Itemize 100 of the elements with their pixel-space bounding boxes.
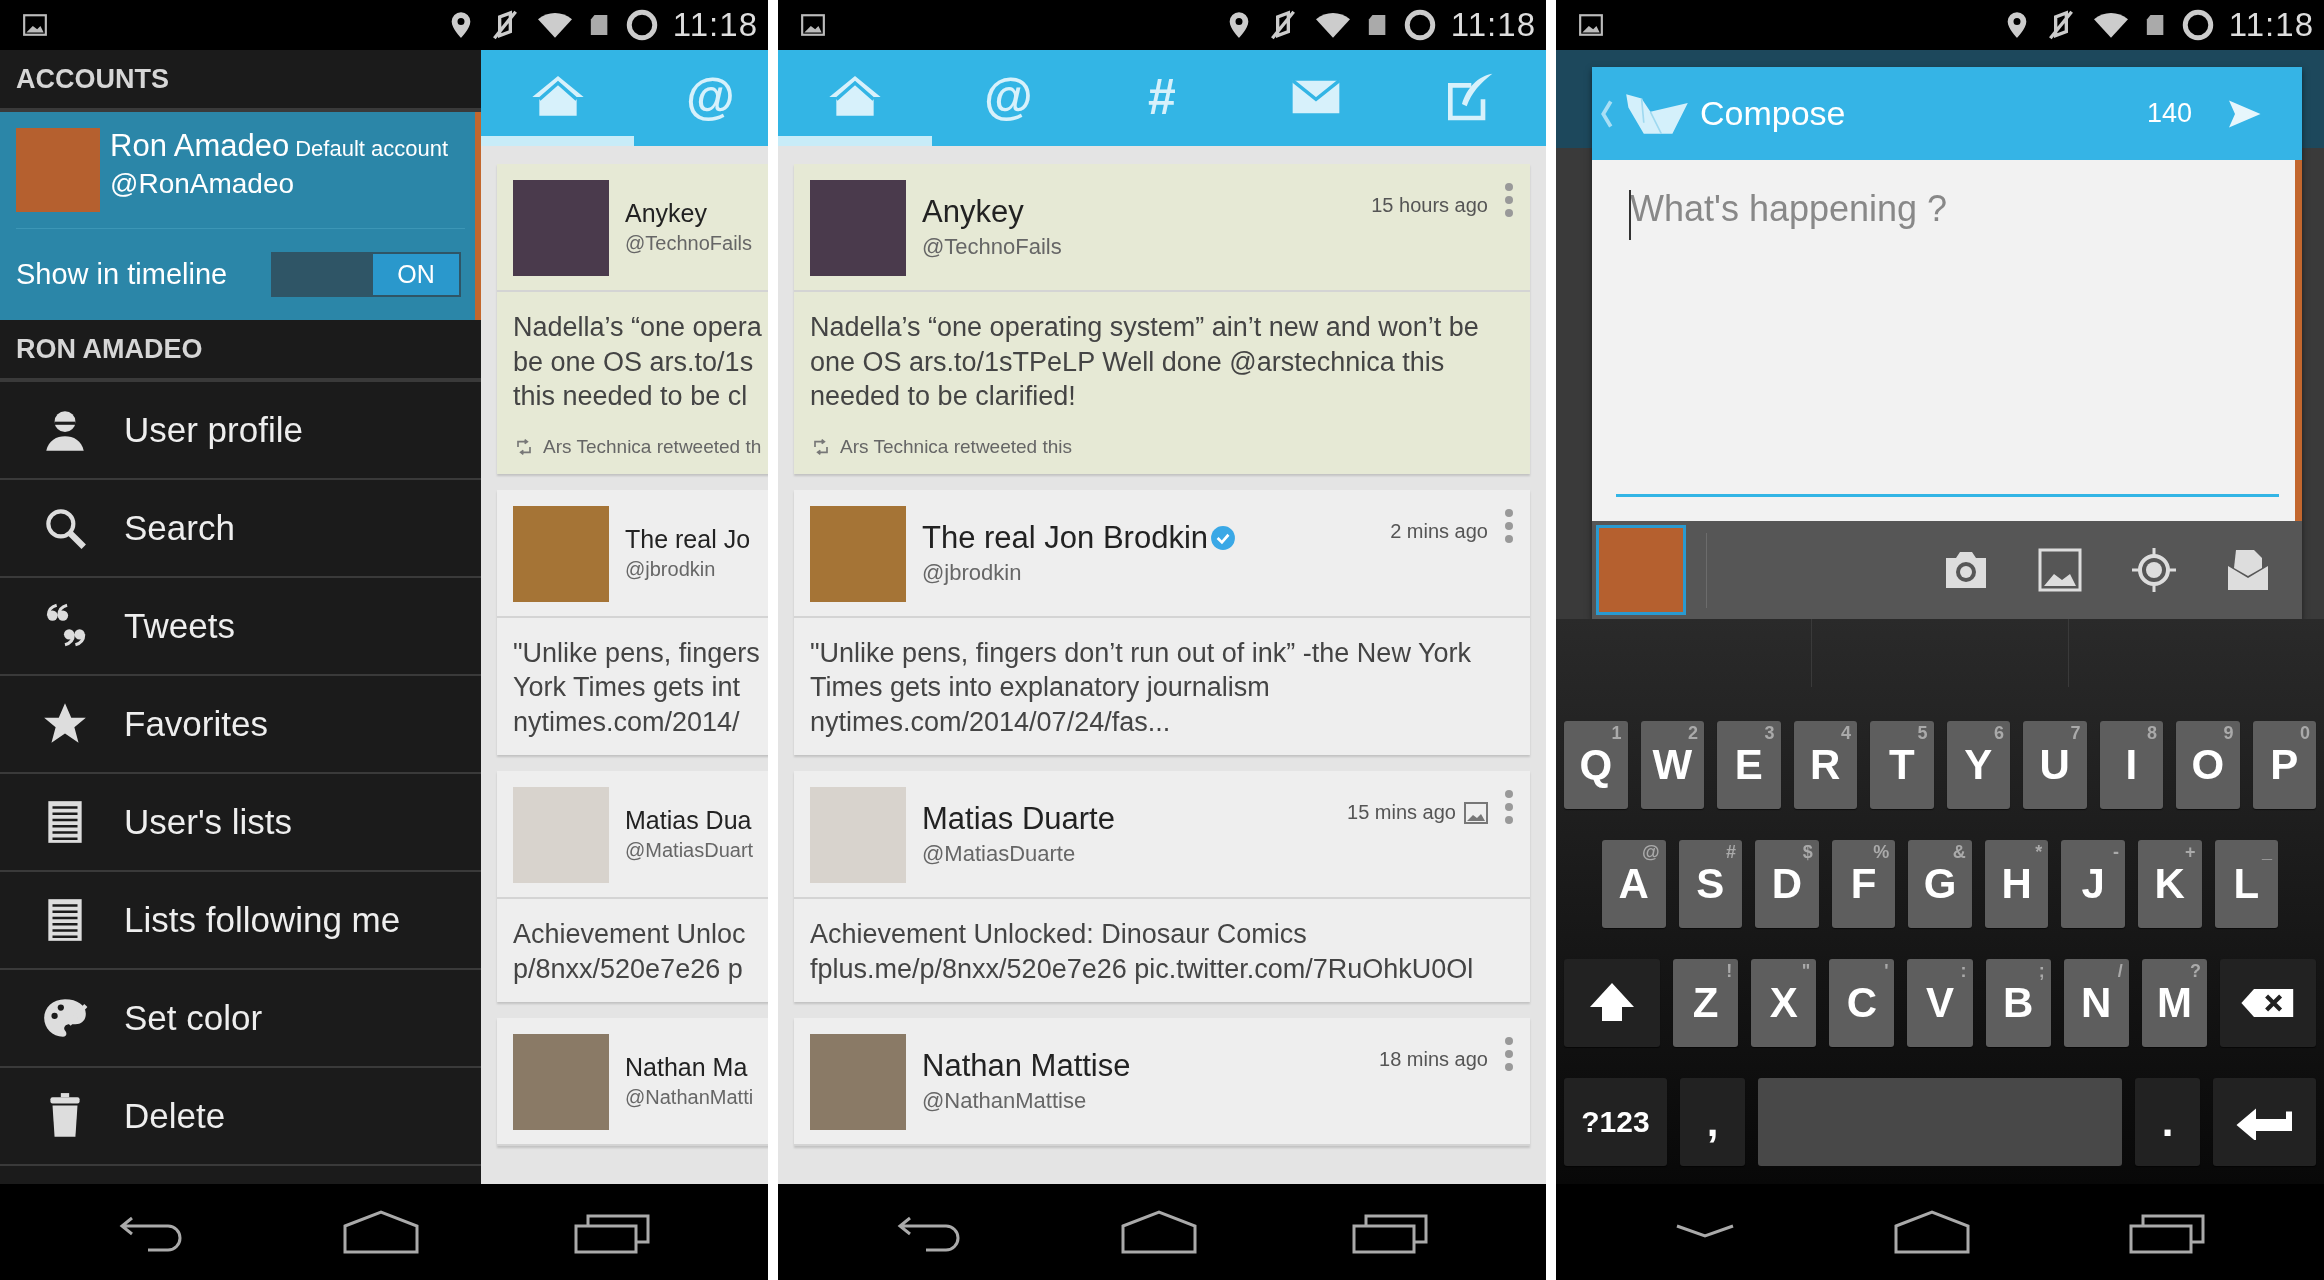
keyboard-key[interactable]: O 9 [2176,721,2240,809]
ring-icon [1402,8,1437,42]
keyboard-key[interactable]: F % [1831,840,1896,928]
keyboard-key[interactable]: E 3 [1717,721,1781,809]
image-icon [1578,12,1604,38]
image-icon [800,12,826,38]
keyboard-key[interactable]: A @ [1602,840,1666,928]
keyboard-key[interactable]: N / [2063,959,2129,1047]
keyboard-key[interactable]: H * [1984,840,2049,928]
keyboard-key[interactable]: L _ [2214,840,2279,928]
menu-item[interactable]: Lists following me [0,872,481,970]
dialog-title: Compose [1700,94,1847,133]
tweet-card[interactable]: The real Jon Brodkin @jbrodkin 2 mins ago "Unlike pens, fingers don’t run out of ink” -the New York Times gets into explanatory journalism nytimes.com/2014/07/24/fas... [794,489,1530,756]
user-handle: @NathanMatti [625,1086,755,1110]
keyboard-key[interactable]: I 8 [2099,721,2163,809]
character-counter: 140 [2146,98,2192,129]
user-name: Nathan Mattise [922,1048,1132,1085]
keyboard-key[interactable]: B ; [1985,959,2051,1047]
tweet-card[interactable]: The real Jo @jbrodkin "Unlike pens, fingers York Times gets int nytimes.com/2014/ [497,489,768,756]
user-handle: @TechnoFails [922,234,1063,260]
menu-item[interactable]: Delete [0,1068,481,1166]
picture-icon[interactable] [2036,546,2084,594]
keyboard-key[interactable]: K + [2137,840,2202,928]
tweet-text: "Unlike pens, fingers York Times gets int nytimes.com/2014/ [513,636,761,739]
user-name: Matias Duarte [922,801,1116,838]
symbols-key[interactable]: ?123 [1564,1078,1667,1166]
enter-key[interactable] [2213,1078,2316,1166]
timestamp: 15 mins ago [1347,801,1456,825]
keyboard-key[interactable]: U 7 [2023,721,2087,809]
more-icon [1504,1036,1514,1073]
text-cursor [1629,190,1631,240]
user-name: Nathan Ma [625,1053,749,1083]
keyboard-key[interactable]: Q 1 [1564,721,1628,809]
timestamp: 15 hours ago [1371,194,1488,217]
menu-item[interactable]: User's lists [0,774,481,872]
home-icon[interactable] [343,1210,419,1254]
clock: 11:18 [672,6,758,44]
timeline-toggle[interactable]: ON [271,252,461,297]
home-icon[interactable] [1121,1210,1197,1254]
timestamp: 2 mins ago [1390,519,1488,543]
home-icon[interactable] [1894,1210,1970,1254]
keyboard-key[interactable]: . [2135,1078,2200,1166]
tweet-card[interactable]: Matias Dua @MatiasDuart Achievement Unloc p/8nxx/520e7e26 p [497,771,768,1003]
tweet-text: "Unlike pens, fingers don’t run out of ink” -the New York Times gets into explanatory journalism nytimes.com/2014/07/24/fas... [810,636,1472,739]
image-icon [22,12,48,38]
user-name: The real Jo [625,524,752,554]
keyboard-key[interactable]: G & [1908,840,1972,928]
tweet-text: Achievement Unlocked: Dinosaur Comics fplus.me/p/8nxx/520e7e26 pic.twitter.com/7RuOhkU0Ol [810,918,1475,986]
keyboard-key[interactable]: J - [2061,840,2125,928]
user-handle: @MatiasDuarte [922,841,1077,868]
tweet-text: Nadella’s “one operating system” ain’t new and won’t be one OS ars.to/1sTPeLP Well done @arstechnica this needed to be clarified! [810,311,1480,414]
clock: 11:18 [1450,6,1536,44]
account-name: Ron Amadeo Default account [110,128,449,164]
keyboard-key[interactable]: D $ [1755,840,1819,928]
ring-icon [2180,8,2215,42]
user-handle: @NathanMattise [922,1088,1088,1115]
retweet-note: Ars Technica retweeted th [543,435,762,458]
tweet-card[interactable]: Anykey @TechnoFails Nadella’s “one opera be one OS ars.to/1s this needed to be cl Ars Technica retweeted th [497,164,768,474]
keyboard-key[interactable]: T 5 [1870,721,1934,809]
user-handle: @jbrodkin [922,559,1023,586]
tweet-card[interactable]: Nathan Ma @NathanMatti [497,1018,768,1147]
keyboard-key[interactable]: R 4 [1793,721,1857,809]
keyboard-key[interactable]: W 2 [1640,721,1704,809]
user-name: The real Jon Brodkin [922,519,1375,556]
tweet-text: Nadella’s “one opera be one OS ars.to/1s this needed to be cl [513,311,763,414]
bird-logo-icon [1624,91,1690,136]
account-handle: @RonAmadeo [110,168,296,200]
user-handle: @TechnoFails [625,232,754,255]
shift-key[interactable] [1564,959,1660,1047]
user-name: Matias Dua [625,806,753,836]
backspace-icon [2240,986,2296,1020]
keyboard-key[interactable]: P 0 [2252,721,2316,809]
backspace-key[interactable] [2220,959,2316,1047]
more-icon [1504,789,1514,826]
keyboard-key[interactable]: X " [1751,959,1817,1047]
user-handle: @jbrodkin [625,557,717,581]
keyboard-key[interactable]: M ? [2141,959,2207,1047]
tweet-card[interactable]: Nathan Mattise @NathanMattise 18 mins ago [794,1018,1530,1147]
user-handle: @MatiasDuart [625,839,755,863]
keyboard-key[interactable]: Z ! [1673,959,1739,1047]
tweet-card[interactable]: Matias Duarte @MatiasDuarte 15 mins ago Achievement Unlocked: Dinosaur Comics fplus.me/p/8nxx/520e7e26 pic.twitter.com/7RuOhkU0Ol [794,771,1530,1003]
keyboard-key[interactable]: , [1680,1078,1745,1166]
back-chevron-icon [1600,98,1614,129]
toggle-label: Show in timeline [16,258,228,291]
retweet-note: Ars Technica retweeted this [840,435,1072,458]
tweet-card[interactable]: Anykey @TechnoFails 15 hours ago Nadella’s “one operating system” ain’t new and won’t be one OS ars.to/1sTPeLP Well done @arstechnica this needed to be clarified! Ars Technica retweeted this [794,164,1530,474]
more-icon [1504,507,1514,544]
clock: 11:18 [2228,6,2314,44]
tweet-text: Achievement Unloc p/8nxx/520e7e26 p [513,918,747,986]
account-panel[interactable]: Ron Amadeo Default account @RonAmadeo Show in timeline ON [0,112,481,320]
keyboard-key[interactable]: V : [1907,959,1973,1047]
keyboard-key[interactable]: C ' [1829,959,1895,1047]
menu-item[interactable]: Set color [0,970,481,1068]
user-name: Anykey [625,199,708,228]
keyboard-key[interactable]: Y 6 [1946,721,2010,809]
user-name: Anykey [922,194,1025,230]
ring-icon [624,8,659,42]
keyboard-key[interactable]: S # [1678,840,1743,928]
location-target-icon[interactable] [2130,546,2178,594]
more-icon [1504,182,1514,218]
